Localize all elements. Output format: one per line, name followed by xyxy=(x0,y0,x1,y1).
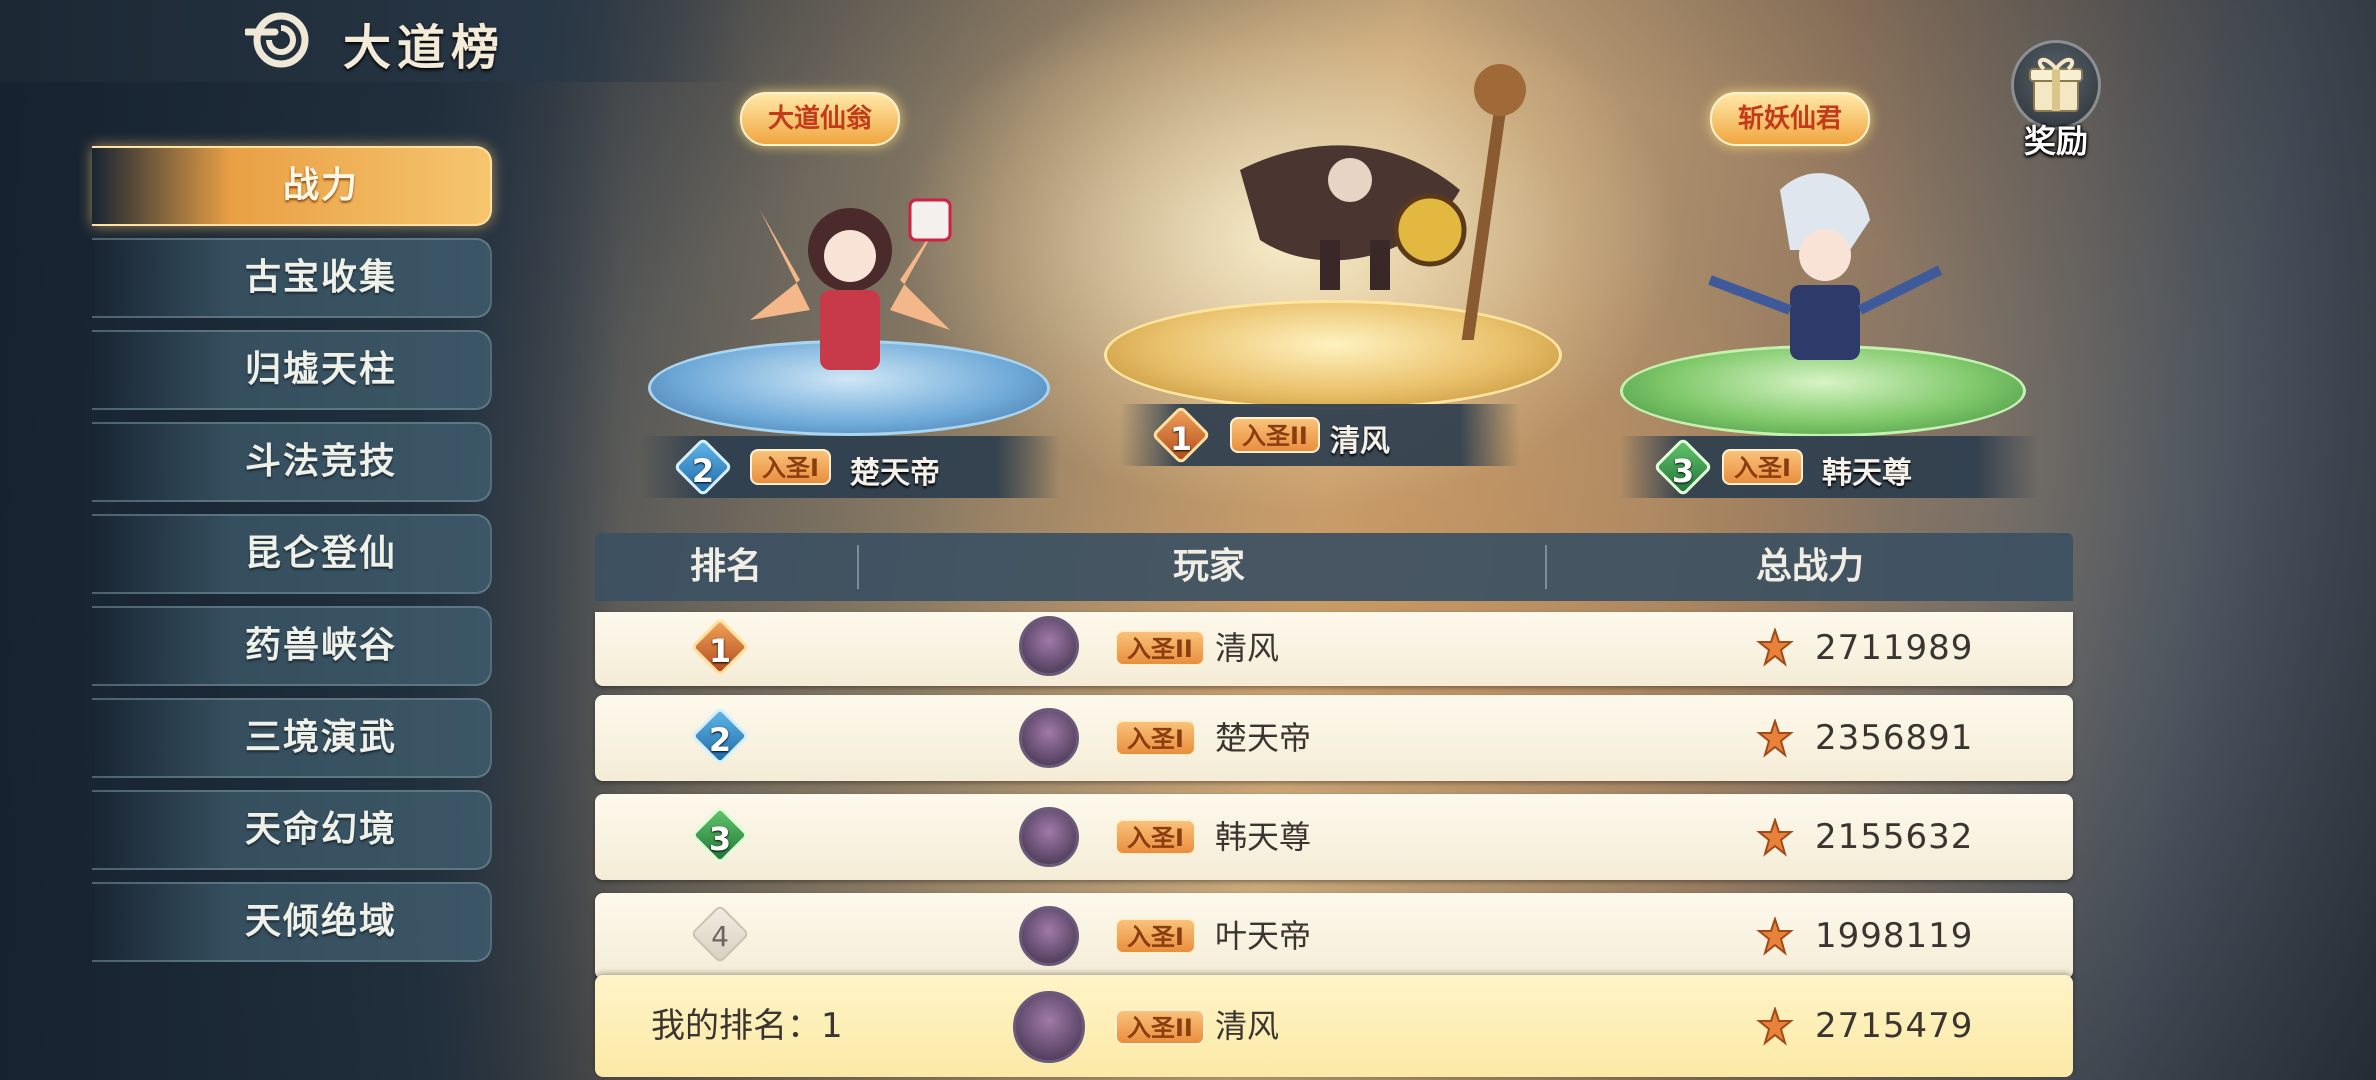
table-header: 排名 玩家 总战力 xyxy=(595,533,2073,601)
realm-badge: 入圣I xyxy=(750,449,831,485)
realm-badge: 入圣I xyxy=(1115,918,1196,954)
tab-combat-power[interactable]: 战力 xyxy=(92,146,492,226)
power-icon xyxy=(1756,719,1794,758)
realm-badge: 入圣II xyxy=(1115,1009,1205,1045)
avatar[interactable] xyxy=(1019,906,1079,966)
power-value: 2356891 xyxy=(1815,718,1974,758)
title-banner-third: 斩妖仙君 xyxy=(1710,92,1871,146)
namebar-second: 2 入圣I 楚天帝 xyxy=(640,436,1060,498)
column-header-player: 玩家 xyxy=(1172,546,1245,587)
avatar[interactable] xyxy=(1019,708,1079,768)
reward-label: 奖励 xyxy=(2023,122,2088,160)
tab-label: 三境演武 xyxy=(244,717,397,758)
tab-treasure-collection[interactable]: 古宝收集 xyxy=(92,238,492,318)
tab-label: 天倾绝域 xyxy=(244,901,397,942)
power-icon xyxy=(1756,1007,1794,1046)
rank-badge-1: 1 xyxy=(1151,405,1211,465)
namebar-first: 1 入圣II 清风 xyxy=(1120,404,1520,466)
power-value: 1998119 xyxy=(1815,916,1974,956)
table-row[interactable]: 4 入圣I 叶天帝 1998119 xyxy=(595,893,2073,979)
power-icon xyxy=(1756,818,1794,857)
avatar[interactable] xyxy=(1013,991,1085,1063)
rank-badge-2: 2 xyxy=(690,706,750,766)
realm-badge: 入圣I xyxy=(1115,720,1196,756)
rank-badge-4: 4 xyxy=(690,904,750,964)
tab-label: 斗法竞技 xyxy=(244,441,397,482)
player-name: 楚天帝 xyxy=(1215,719,1312,757)
tab-label: 药兽峡谷 xyxy=(244,625,397,666)
avatar[interactable] xyxy=(1019,807,1079,867)
realm-badge: 入圣I xyxy=(1115,819,1196,855)
character-third xyxy=(1708,173,1943,360)
tab-label: 归墟天柱 xyxy=(244,349,397,390)
rank-badge-3: 3 xyxy=(1653,437,1713,497)
avatar[interactable] xyxy=(1019,616,1079,676)
rank-badge-3: 3 xyxy=(690,805,750,865)
reward-button[interactable]: 奖励 xyxy=(2006,40,2106,160)
rank-badge-2: 2 xyxy=(673,437,733,497)
player-name: 清风 xyxy=(1215,629,1280,667)
tab-destiny-illusion[interactable]: 天命幻境 xyxy=(92,790,492,870)
player-name: 楚天帝 xyxy=(850,456,940,491)
character-first xyxy=(1240,64,1526,340)
tab-three-realms[interactable]: 三境演武 xyxy=(92,698,492,778)
power-value: 2711989 xyxy=(1815,628,1974,668)
tab-label: 古宝收集 xyxy=(244,257,397,298)
column-header-rank: 排名 xyxy=(689,546,762,587)
realm-badge: 入圣II xyxy=(1115,630,1205,666)
tab-collapse-domain[interactable]: 天倾绝域 xyxy=(92,882,492,962)
tab-label: 昆仑登仙 xyxy=(244,533,397,574)
power-value: 2155632 xyxy=(1815,817,1974,857)
table-row[interactable]: 2 入圣I 楚天帝 2356891 xyxy=(595,695,2073,781)
table-row[interactable]: 3 入圣I 韩天尊 2155632 xyxy=(595,794,2073,880)
power-value: 2715479 xyxy=(1815,1006,1974,1046)
player-name: 清风 xyxy=(1215,1007,1280,1045)
tab-label: 天命幻境 xyxy=(244,809,397,850)
tab-beast-valley[interactable]: 药兽峡谷 xyxy=(92,606,492,686)
tab-kunlun[interactable]: 昆仑登仙 xyxy=(92,514,492,594)
power-icon xyxy=(1756,917,1794,956)
player-name: 韩天尊 xyxy=(1822,456,1912,491)
realm-badge: 入圣II xyxy=(1230,417,1320,453)
title-banner-second: 大道仙翁 xyxy=(740,92,901,146)
power-icon xyxy=(1756,628,1794,667)
my-rank-row[interactable]: 我的排名：1 入圣II 清风 2715479 xyxy=(595,975,2073,1077)
player-name: 清风 xyxy=(1330,424,1390,459)
page-title: 大道榜 xyxy=(343,20,506,76)
realm-badge: 入圣I xyxy=(1722,449,1803,485)
column-header-power: 总战力 xyxy=(1755,546,1864,587)
player-name: 韩天尊 xyxy=(1215,818,1312,856)
sidebar: 战力 古宝收集 归墟天柱 斗法竞技 昆仑登仙 药兽峡谷 三境演武 天命幻境 天倾… xyxy=(92,146,502,974)
character-second xyxy=(750,198,952,370)
player-name: 叶天帝 xyxy=(1215,917,1312,955)
back-icon[interactable] xyxy=(245,12,317,68)
tab-label: 战力 xyxy=(282,165,359,206)
tab-guixu-pillar[interactable]: 归墟天柱 xyxy=(92,330,492,410)
my-rank-label: 我的排名：1 xyxy=(651,1006,843,1046)
table-row[interactable]: 1 入圣II 清风 2711989 xyxy=(595,612,2073,686)
header-bar: 大道榜 xyxy=(0,0,750,82)
rank-badge-1: 1 xyxy=(690,617,750,677)
tab-arena[interactable]: 斗法竞技 xyxy=(92,422,492,502)
namebar-third: 3 入圣I 韩天尊 xyxy=(1620,436,2040,498)
